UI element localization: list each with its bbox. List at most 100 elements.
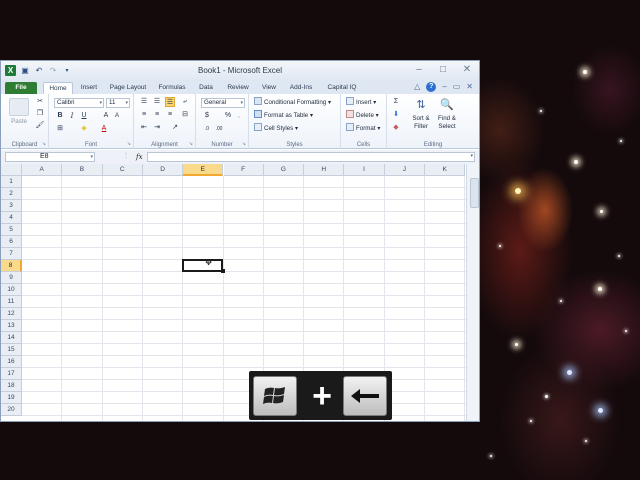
row-header-2[interactable]: 2: [1, 188, 22, 200]
font-color-icon[interactable]: A: [99, 124, 109, 134]
underline-icon[interactable]: U: [79, 111, 89, 121]
minimize-icon[interactable]: –: [413, 64, 425, 76]
column-header-e[interactable]: E: [183, 164, 224, 176]
row-header-4[interactable]: 4: [1, 212, 22, 224]
row-header-9[interactable]: 9: [1, 272, 22, 284]
align-bottom-icon[interactable]: ☰: [165, 97, 175, 107]
row-header-15[interactable]: 15: [1, 344, 22, 356]
column-header-i[interactable]: I: [344, 164, 385, 176]
column-header-k[interactable]: K: [425, 164, 466, 176]
column-header-d[interactable]: D: [142, 164, 184, 176]
row-header-6[interactable]: 6: [1, 236, 22, 248]
format-painter-icon[interactable]: 🖌: [35, 121, 45, 131]
active-cell[interactable]: [182, 259, 224, 272]
cell-styles-button[interactable]: Cell Styles ▾: [254, 123, 298, 133]
column-header-f[interactable]: F: [223, 164, 264, 176]
copy-icon[interactable]: ❐: [35, 109, 45, 119]
currency-icon[interactable]: $: [202, 111, 212, 121]
increase-decimal-icon[interactable]: .0: [202, 124, 212, 134]
formula-input[interactable]: ▾: [147, 152, 475, 162]
row-header-11[interactable]: 11: [1, 296, 22, 308]
clear-icon[interactable]: ◆: [391, 123, 401, 133]
merge-center-icon[interactable]: ⊟: [180, 110, 190, 120]
bold-icon[interactable]: B: [55, 111, 65, 121]
row-header-19[interactable]: 19: [1, 392, 22, 404]
insert-function-button[interactable]: fx: [136, 152, 143, 162]
row-header-20[interactable]: 20: [1, 404, 22, 416]
row-header-3[interactable]: 3: [1, 200, 22, 212]
font-family-select[interactable]: Calibri ▾: [54, 98, 104, 108]
format-as-table-button[interactable]: Format as Table ▾: [254, 110, 313, 120]
row-header-8[interactable]: 8: [1, 260, 22, 272]
increase-indent-icon[interactable]: ⇥: [152, 123, 162, 133]
tab-insert[interactable]: Insert: [75, 82, 103, 94]
window-close-icon[interactable]: ✕: [466, 82, 473, 92]
italic-icon[interactable]: I: [67, 111, 77, 121]
row-header-12[interactable]: 12: [1, 308, 22, 320]
wrap-text-icon[interactable]: ⤶: [180, 97, 190, 107]
comma-style-icon[interactable]: ,: [234, 111, 244, 121]
scrollbar-thumb[interactable]: [470, 178, 479, 208]
tab-file[interactable]: File: [5, 82, 37, 94]
sort-filter-button[interactable]: Sort & Filter: [407, 115, 435, 131]
align-center-icon[interactable]: ≡: [152, 110, 162, 120]
row-header-13[interactable]: 13: [1, 320, 22, 332]
format-cells-button[interactable]: Format ▾: [346, 123, 380, 133]
tab-review[interactable]: Review: [222, 82, 254, 94]
row-header-10[interactable]: 10: [1, 284, 22, 296]
paste-button[interactable]: Paste: [5, 118, 33, 126]
column-header-a[interactable]: A: [22, 164, 63, 176]
percent-icon[interactable]: %: [223, 111, 233, 121]
column-header-c[interactable]: C: [102, 164, 143, 176]
tab-formulas[interactable]: Formulas: [154, 82, 190, 94]
insert-cells-button[interactable]: Insert ▾: [346, 97, 376, 107]
decrease-indent-icon[interactable]: ⇤: [139, 123, 149, 133]
row-header-18[interactable]: 18: [1, 380, 22, 392]
fill-handle[interactable]: [220, 269, 225, 273]
align-right-icon[interactable]: ≡: [165, 110, 175, 120]
select-all-button[interactable]: [1, 164, 22, 176]
tab-view[interactable]: View: [257, 82, 281, 94]
grow-font-icon[interactable]: A: [101, 111, 111, 121]
align-middle-icon[interactable]: ☰: [152, 97, 162, 107]
tab-capital-iq[interactable]: Capital IQ: [321, 82, 363, 94]
find-select-button[interactable]: Find & Select: [433, 115, 461, 131]
align-top-icon[interactable]: ☰: [139, 97, 149, 107]
align-left-icon[interactable]: ≡: [139, 110, 149, 120]
window-minimize-icon[interactable]: –: [442, 82, 446, 92]
fill-icon[interactable]: ⬇: [391, 110, 401, 120]
font-size-select[interactable]: 11 ▾: [106, 98, 130, 108]
help-icon[interactable]: ?: [426, 82, 437, 92]
row-header-17[interactable]: 17: [1, 368, 22, 380]
tab-home[interactable]: Home: [43, 82, 73, 94]
column-header-j[interactable]: J: [384, 164, 425, 176]
number-launcher-icon[interactable]: ↘: [242, 141, 246, 147]
row-header-16[interactable]: 16: [1, 356, 22, 368]
window-restore-icon[interactable]: ▭: [453, 82, 461, 92]
number-format-select[interactable]: General ▾: [201, 98, 245, 108]
alignment-launcher-icon[interactable]: ↘: [189, 141, 193, 147]
minimize-ribbon-icon[interactable]: △: [414, 82, 420, 92]
maximize-icon[interactable]: □: [437, 64, 449, 76]
find-select-icon[interactable]: 🔍: [439, 97, 455, 113]
autosum-icon[interactable]: Σ: [391, 97, 401, 107]
row-header-7[interactable]: 7: [1, 248, 22, 260]
column-header-g[interactable]: G: [263, 164, 305, 176]
row-header-14[interactable]: 14: [1, 332, 22, 344]
paste-icon[interactable]: [9, 98, 29, 116]
shrink-font-icon[interactable]: A: [112, 111, 122, 121]
tab-add-ins[interactable]: Add-Ins: [285, 82, 317, 94]
row-header-1[interactable]: 1: [1, 176, 22, 188]
borders-icon[interactable]: ⊞: [55, 124, 65, 134]
conditional-formatting-button[interactable]: Conditional Formatting ▾: [254, 97, 331, 107]
font-launcher-icon[interactable]: ↘: [127, 141, 131, 147]
decrease-decimal-icon[interactable]: .00: [214, 124, 224, 134]
expand-formula-bar-icon[interactable]: ▾: [470, 153, 473, 159]
tab-data[interactable]: Data: [193, 82, 219, 94]
cut-icon[interactable]: ✂: [35, 97, 45, 107]
fill-color-icon[interactable]: ◈: [79, 124, 89, 134]
worksheet-grid[interactable]: A B C D E F G H I J K 1 2 3 4 5 6 7 8 9 10 11 12 13 14 15 16 17 18 19…: [1, 164, 479, 421]
orientation-icon[interactable]: ↗: [170, 123, 180, 133]
sort-filter-icon[interactable]: ⇅: [413, 97, 429, 113]
tab-page-layout[interactable]: Page Layout: [105, 82, 151, 94]
